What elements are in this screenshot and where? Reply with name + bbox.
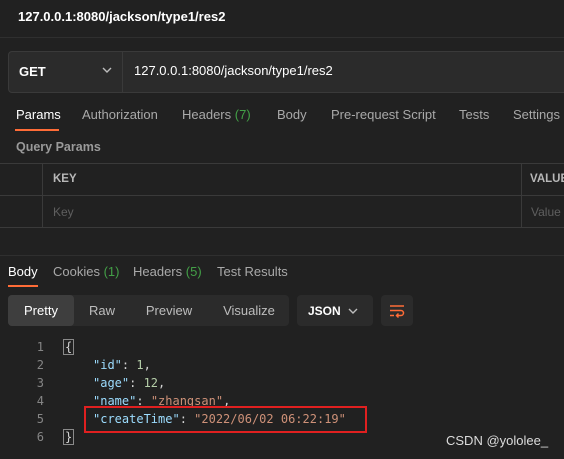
watermark: CSDN @yololee_ xyxy=(446,433,549,448)
tab-params[interactable]: Params xyxy=(16,107,61,122)
tab-tests[interactable]: Tests xyxy=(459,107,489,122)
tab-body[interactable]: Body xyxy=(277,107,307,122)
tab-response-headers[interactable]: Headers (5) xyxy=(133,264,202,279)
tab-response-body[interactable]: Body xyxy=(8,264,38,279)
wrap-lines-icon xyxy=(390,305,405,319)
tab-settings[interactable]: Settings xyxy=(513,107,560,122)
json-value: 1 xyxy=(136,358,144,372)
line-number: 4 xyxy=(36,394,44,408)
key-input[interactable]: Key xyxy=(53,205,74,219)
active-tab-indicator xyxy=(8,285,38,287)
code-line: "id": 1, xyxy=(93,358,151,372)
window-title: 127.0.0.1:8080/jackson/type1/res2 xyxy=(18,9,226,24)
tab-label: Body xyxy=(277,107,307,122)
divider xyxy=(0,37,564,38)
tab-count: (7) xyxy=(234,107,251,122)
tab-test-results[interactable]: Test Results xyxy=(217,264,288,279)
format-label: JSON xyxy=(308,304,341,318)
divider xyxy=(0,255,564,256)
line-number: 2 xyxy=(36,358,44,372)
tab-label: Tests xyxy=(459,107,490,122)
chevron-down-icon[interactable] xyxy=(101,64,113,76)
json-separator: , xyxy=(158,376,166,390)
line-number: 6 xyxy=(36,430,44,444)
query-params-title: Query Params xyxy=(16,140,101,154)
tab-label: Body xyxy=(8,264,38,279)
tab-label: Authorization xyxy=(82,107,158,122)
tab-headers[interactable]: Headers (7) xyxy=(182,107,251,122)
json-value: 12 xyxy=(143,376,159,390)
tab-authorization[interactable]: Authorization xyxy=(82,107,158,122)
tab-count: (5) xyxy=(185,264,202,279)
view-raw-button[interactable]: Raw xyxy=(76,295,128,326)
method-label: GET xyxy=(19,64,46,79)
column-header-key: KEY xyxy=(53,173,77,185)
active-tab-indicator xyxy=(15,129,59,131)
value-input[interactable]: Value xyxy=(531,205,561,219)
tab-label: Headers xyxy=(182,107,232,122)
annotation-highlight-box xyxy=(84,406,367,433)
line-number: 3 xyxy=(36,376,44,390)
view-pretty-button[interactable]: Pretty xyxy=(8,295,74,326)
chevron-down-icon[interactable] xyxy=(347,305,359,317)
open-brace: { xyxy=(63,339,75,355)
view-preview-button[interactable]: Preview xyxy=(130,295,208,326)
tab-label: Cookies xyxy=(53,264,100,279)
tab-cookies[interactable]: Cookies (1) xyxy=(53,264,119,279)
json-separator: , xyxy=(143,358,151,372)
tab-label: Params xyxy=(16,107,61,122)
json-key: "age" xyxy=(93,376,130,390)
tab-label: Settings xyxy=(513,107,560,122)
url-input[interactable]: 127.0.0.1:8080/jackson/type1/res2 xyxy=(134,63,333,78)
code-line: "age": 12, xyxy=(93,376,166,390)
code-line: } xyxy=(63,429,75,445)
close-brace: } xyxy=(63,429,75,445)
table-row-divider xyxy=(0,195,564,196)
table-column-divider xyxy=(42,163,43,228)
tab-pre-request-script[interactable]: Pre-request Script xyxy=(331,107,436,122)
column-header-value: VALUE xyxy=(530,173,564,185)
view-visualize-button[interactable]: Visualize xyxy=(210,295,288,326)
line-number: 1 xyxy=(36,340,44,354)
line-number: 5 xyxy=(36,412,44,426)
tab-label: Headers xyxy=(133,264,183,279)
table-column-divider xyxy=(521,163,522,228)
code-line: { xyxy=(63,339,75,355)
tab-label: Pre-request Script xyxy=(331,107,436,122)
tab-count: (1) xyxy=(103,264,120,279)
tab-label: Test Results xyxy=(217,264,288,279)
json-key: "id" xyxy=(93,358,122,372)
